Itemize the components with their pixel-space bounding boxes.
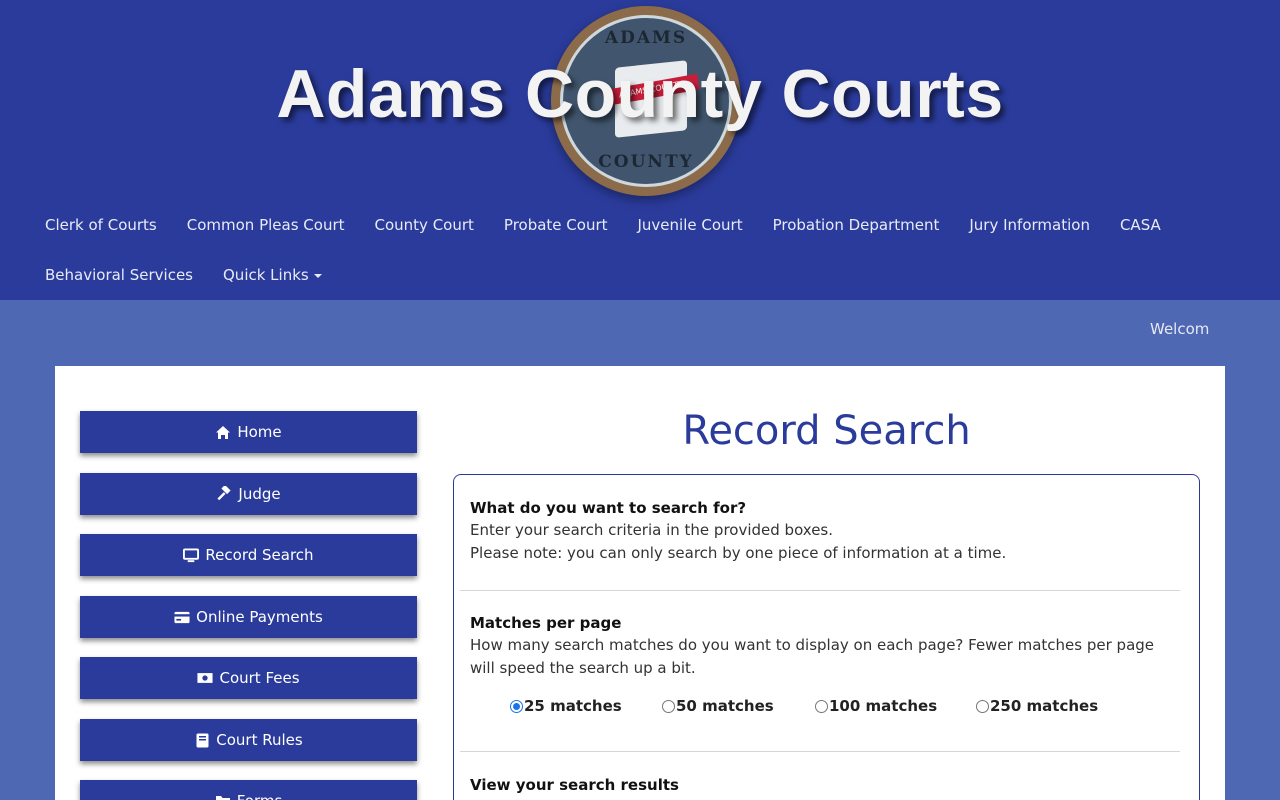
nav-county-court[interactable]: County Court bbox=[360, 216, 489, 234]
credit-card-icon bbox=[174, 609, 190, 625]
search-for-instructions: Enter your search criteria in the provid… bbox=[470, 521, 834, 539]
radio-25-matches[interactable]: 25 matches bbox=[510, 697, 622, 715]
page-title: Record Search bbox=[682, 408, 971, 454]
nav-quick-links-dropdown[interactable]: Quick Links bbox=[208, 266, 337, 284]
radio-50-matches[interactable]: 50 matches bbox=[662, 697, 774, 715]
nav-row-2: Behavioral Services Quick Links bbox=[30, 250, 1250, 300]
radio-250-matches[interactable]: 250 matches bbox=[976, 697, 1098, 715]
folder-icon bbox=[215, 793, 231, 800]
record-search-button[interactable]: Record Search bbox=[80, 534, 417, 576]
welcome-marquee: Welcom bbox=[1150, 320, 1210, 338]
results-heading: View your search results bbox=[470, 776, 679, 794]
nav-behavioral-services[interactable]: Behavioral Services bbox=[30, 266, 208, 284]
caret-down-icon bbox=[313, 273, 322, 278]
radio-unselected-icon[interactable] bbox=[815, 699, 828, 713]
court-rules-button[interactable]: Court Rules bbox=[80, 719, 417, 761]
site-header: ADAMS ADAMS COUNTY COUNTY Adams County C… bbox=[0, 0, 1280, 300]
search-for-note: Please note: you can only search by one … bbox=[470, 544, 1007, 562]
matches-heading: Matches per page bbox=[470, 614, 622, 632]
main-nav: Clerk of Courts Common Pleas Court Count… bbox=[30, 200, 1250, 300]
radio-selected-icon[interactable] bbox=[510, 699, 523, 713]
radio-unselected-icon[interactable] bbox=[976, 699, 989, 713]
divider bbox=[460, 751, 1180, 752]
gavel-icon bbox=[216, 486, 232, 502]
nav-probation-department[interactable]: Probation Department bbox=[758, 216, 955, 234]
nav-common-pleas-court[interactable]: Common Pleas Court bbox=[172, 216, 360, 234]
nav-jury-information[interactable]: Jury Information bbox=[954, 216, 1105, 234]
search-for-heading: What do you want to search for? bbox=[470, 499, 747, 517]
nav-casa[interactable]: CASA bbox=[1105, 216, 1176, 234]
results-section: View your search results bbox=[470, 774, 1182, 796]
book-icon bbox=[194, 732, 210, 748]
home-button[interactable]: Home bbox=[80, 411, 417, 453]
matches-description: How many search matches do you want to d… bbox=[470, 636, 1155, 677]
nav-clerk-of-courts[interactable]: Clerk of Courts bbox=[30, 216, 172, 234]
home-icon bbox=[215, 424, 231, 440]
judge-button[interactable]: Judge bbox=[80, 473, 417, 515]
radio-100-matches[interactable]: 100 matches bbox=[815, 697, 937, 715]
money-bill-icon bbox=[197, 670, 214, 686]
nav-row-1: Clerk of Courts Common Pleas Court Count… bbox=[30, 200, 1250, 250]
online-payments-button[interactable]: Online Payments bbox=[80, 596, 417, 638]
monitor-icon bbox=[183, 547, 200, 563]
nav-juvenile-court[interactable]: Juvenile Court bbox=[623, 216, 758, 234]
site-title[interactable]: Adams County Courts bbox=[0, 55, 1280, 133]
divider bbox=[460, 590, 1180, 591]
court-fees-button[interactable]: Court Fees bbox=[80, 657, 417, 699]
search-form: What do you want to search for? Enter yo… bbox=[453, 474, 1200, 800]
forms-button[interactable]: Forms bbox=[80, 780, 417, 800]
matches-section: Matches per page How many search matches… bbox=[470, 612, 1182, 680]
nav-probate-court[interactable]: Probate Court bbox=[489, 216, 623, 234]
search-for-section: What do you want to search for? Enter yo… bbox=[470, 497, 1182, 565]
radio-unselected-icon[interactable] bbox=[662, 699, 675, 713]
